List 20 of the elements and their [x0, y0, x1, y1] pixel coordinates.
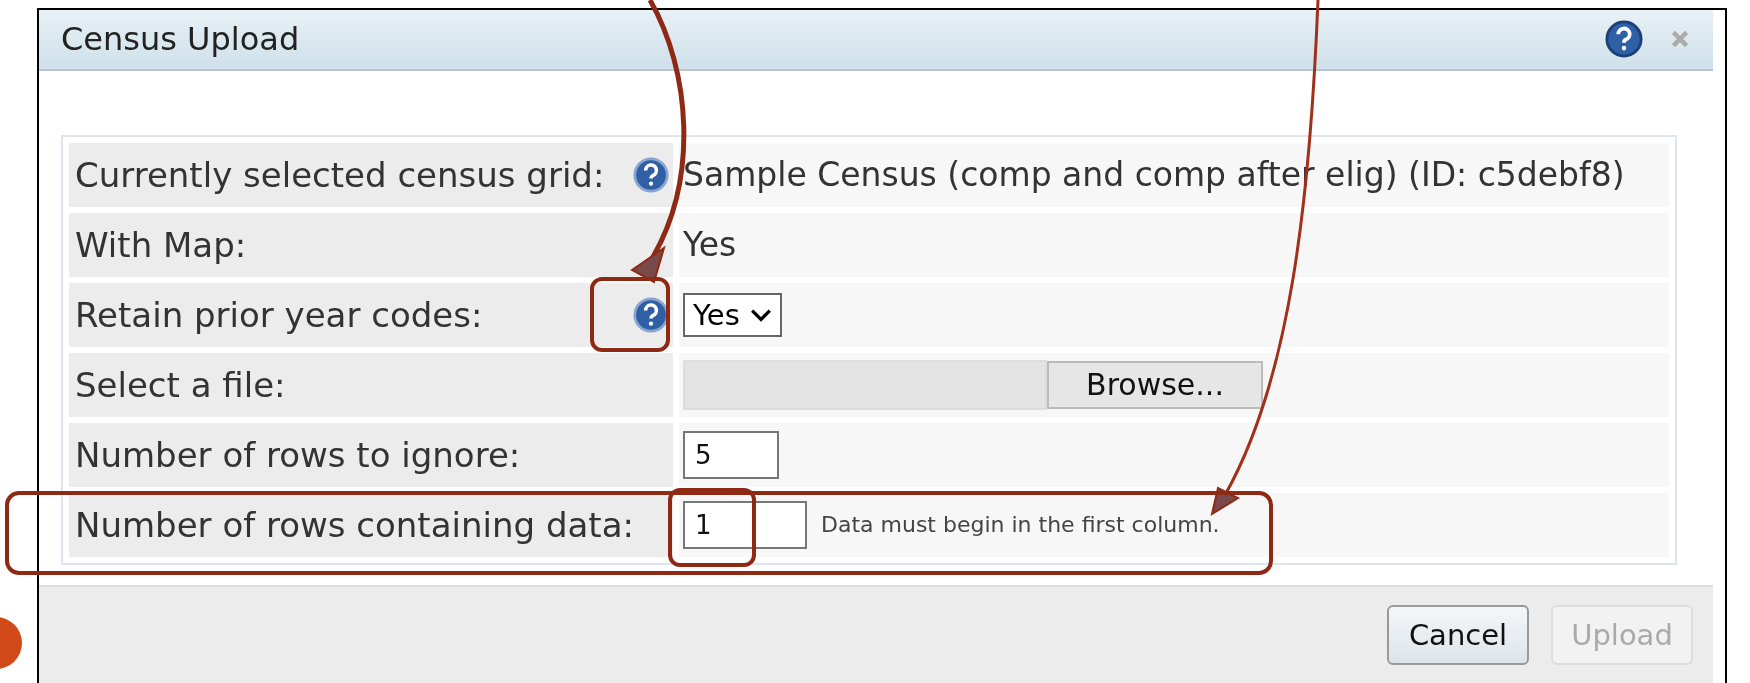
- file-path-field[interactable]: [683, 359, 1047, 410]
- input-field[interactable]: 5: [683, 430, 779, 479]
- cancel-button[interactable]: Cancel: [1387, 604, 1529, 665]
- browse-button[interactable]: Browse...: [1047, 360, 1263, 409]
- field-label: Select a file:: [75, 364, 286, 405]
- dialog-title: Census Upload: [61, 20, 301, 59]
- field-value: Yes: [683, 225, 737, 265]
- input-field[interactable]: 1: [683, 500, 807, 549]
- select-dropdown[interactable]: Yes: [683, 292, 782, 337]
- field-label: With Map:: [75, 224, 247, 265]
- field-label: Number of rows to ignore:: [75, 434, 521, 475]
- caret-icon: [749, 307, 772, 322]
- help-icon[interactable]: [633, 156, 669, 193]
- field-label: Retain prior year codes:: [75, 294, 483, 335]
- field-label: Number of rows containing data:: [75, 504, 634, 545]
- field-label: Currently selected census grid:: [75, 154, 605, 195]
- step-marker: [0, 617, 22, 669]
- help-icon[interactable]: [633, 296, 669, 333]
- help-icon[interactable]: [1605, 20, 1643, 59]
- hint-text: Data must begin in the first column.: [821, 512, 1220, 538]
